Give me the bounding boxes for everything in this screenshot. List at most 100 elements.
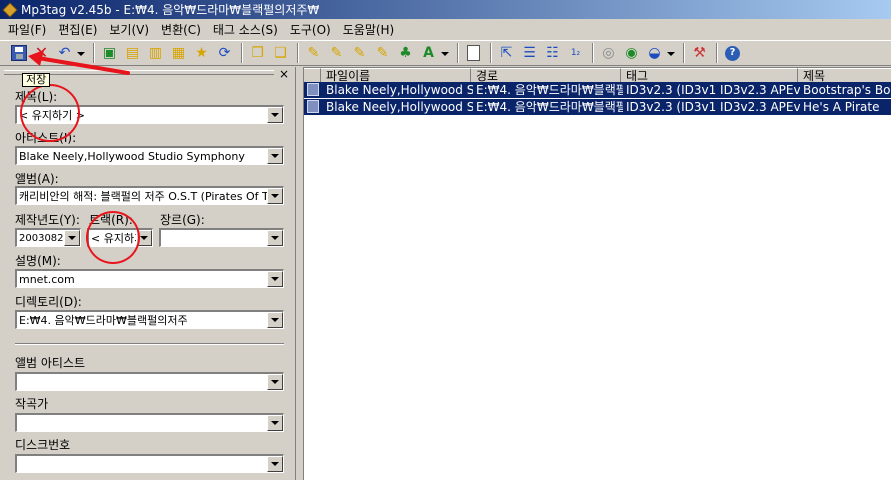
filename-tag-button[interactable]: ✎	[326, 43, 347, 64]
export-button[interactable]: ⇱	[496, 43, 517, 64]
favorites-button[interactable]: ★	[191, 43, 212, 64]
undo-button[interactable]: ↶	[54, 43, 75, 64]
composer-combo[interactable]	[15, 413, 284, 432]
audio-file-icon	[307, 83, 319, 96]
disc-icon: ◎	[602, 45, 615, 61]
add-directory-button[interactable]: ▤	[122, 43, 143, 64]
document-icon	[467, 45, 480, 61]
chevron-down-icon	[271, 277, 279, 281]
text-file-tag-button[interactable]: ✎	[349, 43, 370, 64]
freedb-button[interactable]: ◎	[598, 43, 619, 64]
genre-dropdown-button[interactable]	[267, 230, 283, 246]
directory-value[interactable]: E:₩4. 음악₩드라마₩블랙펄의저주	[17, 312, 267, 328]
track-combo[interactable]: < 유지하기 >	[87, 228, 153, 247]
tag-sources-icon: ◒	[648, 45, 661, 61]
tag-to-filename-icon: ✎	[330, 45, 343, 61]
directory-label: 디렉토리(D):	[15, 295, 82, 309]
copy-tag-button[interactable]: ❐	[247, 43, 268, 64]
track-dropdown-button[interactable]	[136, 230, 152, 246]
chevron-down-icon	[271, 154, 279, 158]
export-icon: ⇱	[500, 45, 513, 61]
paste-tag-button[interactable]: ❏	[270, 43, 291, 64]
tag-sources-dropdown[interactable]	[667, 49, 676, 58]
genre-combo[interactable]	[159, 228, 284, 247]
composer-label: 작곡가	[15, 397, 49, 411]
directory-list-button[interactable]: ▦	[168, 43, 189, 64]
quick-action-dropdown[interactable]	[441, 49, 450, 58]
menu-tools[interactable]: 도구(O)	[284, 21, 337, 38]
title-combo[interactable]: < 유지하기 >	[15, 105, 284, 124]
tag-sources-button[interactable]: ◒	[644, 43, 665, 64]
delete-icon: ✕	[34, 43, 49, 62]
row-filename: Blake Neely,Hollywood Studio Symphony	[326, 83, 473, 97]
favorite-directory-button[interactable]: ▥	[145, 43, 166, 64]
web-sources-button[interactable]: ◉	[621, 43, 642, 64]
menu-file[interactable]: 파일(F)	[2, 21, 52, 38]
quick-action-button[interactable]: A	[418, 43, 439, 64]
undo-dropdown[interactable]	[77, 49, 86, 58]
actions-button[interactable]: ♣	[395, 43, 416, 64]
title-value[interactable]: < 유지하기 >	[17, 107, 267, 123]
playlist-selected-button[interactable]: ☷	[542, 43, 563, 64]
disc-dropdown-button[interactable]	[267, 456, 283, 472]
file-list[interactable]: 파일이름 경로 태그 제목 Blake Neely,Hollywood Stud…	[303, 67, 891, 480]
album-combo[interactable]: 캐리비안의 해적: 블랙펄의 저주 O.S.T (Pirates Of The …	[15, 186, 284, 205]
menu-convert[interactable]: 변환(C)	[155, 21, 207, 38]
playlist-selected-icon: ☷	[546, 45, 559, 61]
playlist-button[interactable]: ☰	[519, 43, 540, 64]
directory-dropdown-button[interactable]	[267, 312, 283, 328]
save-button[interactable]	[8, 43, 29, 64]
toolbar-separator	[592, 43, 594, 63]
panel-close-button[interactable]: ×	[279, 68, 289, 80]
comment-combo[interactable]: mnet.com	[15, 269, 284, 288]
chevron-down-icon	[667, 51, 675, 56]
tag-filename-button[interactable]: ✎	[303, 43, 324, 64]
toolbar-separator	[490, 43, 492, 63]
album-value[interactable]: 캐리비안의 해적: 블랙펄의 저주 O.S.T (Pirates Of The …	[17, 188, 267, 204]
change-directory-button[interactable]: ▣	[99, 43, 120, 64]
tag-panel: × 제목(L): < 유지하기 > 아티스트(I): Blake Neely,H…	[0, 67, 296, 480]
table-row[interactable]: Blake Neely,Hollywood Studio Symphony E:…	[304, 82, 891, 98]
remove-tag-button[interactable]: ✕	[31, 43, 52, 64]
comment-value[interactable]: mnet.com	[17, 273, 267, 286]
chevron-down-icon	[271, 236, 279, 240]
tag-tag-button[interactable]: ✎	[372, 43, 393, 64]
options-button[interactable]: ⚒	[689, 43, 710, 64]
comment-label: 설명(M):	[15, 254, 61, 268]
chevron-down-icon	[68, 236, 76, 240]
comment-dropdown-button[interactable]	[267, 271, 283, 287]
chevron-down-icon	[140, 236, 148, 240]
text-to-tag-icon: ✎	[353, 45, 366, 61]
help-button[interactable]: ?	[722, 43, 743, 64]
year-value[interactable]: 20030823	[17, 233, 64, 244]
row-tag: ID3v2.3 (ID3v1 ID3v2.3 APEv2)	[626, 100, 800, 114]
artist-combo[interactable]: Blake Neely,Hollywood Studio Symphony	[15, 146, 284, 165]
year-combo[interactable]: 20030823	[15, 228, 81, 247]
album-artist-combo[interactable]	[15, 372, 284, 391]
disc-combo[interactable]	[15, 454, 284, 473]
menu-edit[interactable]: 편집(E)	[52, 21, 103, 38]
menu-view[interactable]: 보기(V)	[103, 21, 155, 38]
artist-value[interactable]: Blake Neely,Hollywood Studio Symphony	[17, 150, 267, 163]
undo-icon: ↶	[58, 45, 71, 61]
menu-tag-sources[interactable]: 태그 소스(S)	[207, 21, 284, 38]
auto-numbering-button[interactable]: 1₂	[565, 43, 586, 64]
row-tag: ID3v2.3 (ID3v1 ID3v2.3 APEv2)	[626, 83, 800, 97]
composer-dropdown-button[interactable]	[267, 415, 283, 431]
help-icon: ?	[725, 45, 740, 61]
album-dropdown-button[interactable]	[267, 188, 283, 204]
refresh-button[interactable]: ⟳	[214, 43, 235, 64]
table-row[interactable]: Blake Neely,Hollywood Studio Symphony E:…	[304, 99, 891, 115]
menu-help[interactable]: 도움말(H)	[337, 21, 401, 38]
filename-to-tag-icon: ✎	[307, 45, 320, 61]
row-title: Bootstrap's Bootstraps	[803, 83, 891, 97]
track-value[interactable]: < 유지하기 >	[89, 230, 136, 246]
title-dropdown-button[interactable]	[267, 107, 283, 123]
directory-combo[interactable]: E:₩4. 음악₩드라마₩블랙펄의저주	[15, 310, 284, 329]
extended-tags-button[interactable]	[463, 43, 484, 64]
chevron-down-icon	[271, 421, 279, 425]
artist-dropdown-button[interactable]	[267, 148, 283, 164]
year-dropdown-button[interactable]	[64, 230, 80, 246]
row-filename: Blake Neely,Hollywood Studio Symphony	[326, 100, 473, 114]
album-artist-dropdown-button[interactable]	[267, 374, 283, 390]
